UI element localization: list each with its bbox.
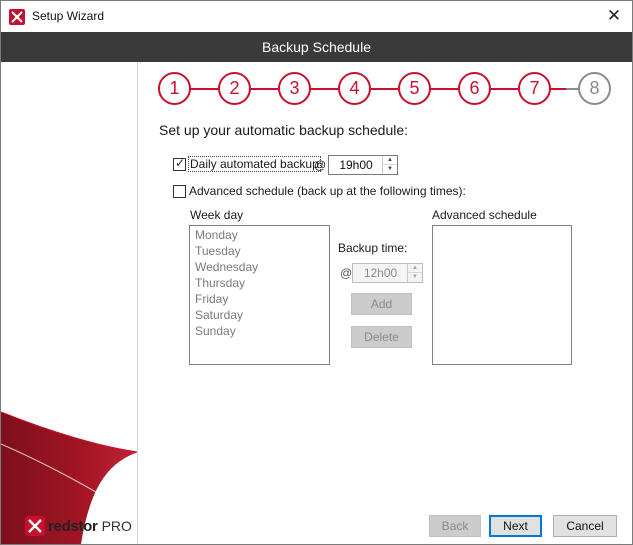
week-day-label: Week day <box>190 208 244 222</box>
daily-time-spinner[interactable]: 19h00 ▲ ▼ <box>328 155 398 175</box>
list-item[interactable]: Monday <box>195 228 238 242</box>
page-title: Backup Schedule <box>262 39 371 55</box>
daily-time-spin-buttons: ▲ ▼ <box>382 156 397 174</box>
list-item[interactable]: Saturday <box>195 308 243 322</box>
step-3: 3 <box>278 72 311 105</box>
advanced-schedule-checkbox[interactable] <box>173 185 186 198</box>
page-header: Backup Schedule <box>1 32 632 62</box>
daily-backup-label[interactable]: Daily automated backup <box>188 156 321 172</box>
close-icon[interactable]: ✕ <box>602 5 626 27</box>
cancel-button[interactable]: Cancel <box>553 515 617 537</box>
spin-down-icon[interactable]: ▼ <box>383 165 397 174</box>
back-button[interactable]: Back <box>429 515 481 537</box>
check-icon: ✓ <box>175 156 186 170</box>
step-1: 1 <box>158 72 191 105</box>
step-7: 7 <box>518 72 551 105</box>
advanced-time-spinner[interactable]: 12h00 ▲ ▼ <box>352 263 423 283</box>
advanced-schedule-list[interactable] <box>432 225 572 365</box>
title-bar[interactable]: Setup Wizard ✕ <box>1 1 632 32</box>
daily-at-sign: @ <box>314 158 327 172</box>
delete-button[interactable]: Delete <box>351 326 412 348</box>
list-item[interactable]: Wednesday <box>195 260 258 274</box>
daily-time-value: 19h00 <box>339 158 373 172</box>
step-5: 5 <box>398 72 431 105</box>
step-4: 4 <box>338 72 371 105</box>
redstor-app-icon <box>9 9 25 25</box>
list-item[interactable]: Thursday <box>195 276 245 290</box>
setup-wizard-window: Setup Wizard ✕ Backup Schedule redstor P… <box>0 0 633 545</box>
brand-name: redstor <box>48 517 98 535</box>
brand-logo: redstor PRO <box>25 515 132 537</box>
next-button[interactable]: Next <box>489 515 542 537</box>
advanced-schedule-label[interactable]: Advanced schedule (back up at the follow… <box>189 184 466 198</box>
spin-up-icon[interactable]: ▲ <box>408 264 422 273</box>
brand-edition: PRO <box>101 518 132 534</box>
week-day-list[interactable]: Monday Tuesday Wednesday Thursday Friday… <box>189 225 330 365</box>
window-title: Setup Wizard <box>32 9 105 23</box>
advanced-time-spin-buttons: ▲ ▼ <box>407 264 422 282</box>
spin-up-icon[interactable]: ▲ <box>383 156 397 165</box>
brand-swoosh-graphic <box>1 411 137 544</box>
branding-panel: redstor PRO <box>1 62 138 544</box>
daily-backup-checkbox[interactable]: ✓ <box>173 156 186 171</box>
redstor-logo-icon <box>25 516 45 536</box>
add-button[interactable]: Add <box>351 293 412 315</box>
wizard-steps: 1 2 3 4 5 6 7 8 <box>158 71 618 107</box>
list-item[interactable]: Tuesday <box>195 244 241 258</box>
backup-time-label: Backup time: <box>338 241 408 255</box>
schedule-intro: Set up your automatic backup schedule: <box>159 122 409 138</box>
step-2: 2 <box>218 72 251 105</box>
advanced-time-value: 12h00 <box>363 266 398 280</box>
step-6: 6 <box>458 72 491 105</box>
list-item[interactable]: Sunday <box>195 324 236 338</box>
advanced-at-sign: @ <box>340 266 353 280</box>
spin-down-icon[interactable]: ▼ <box>408 273 422 282</box>
step-8: 8 <box>578 72 611 105</box>
advanced-schedule-list-label: Advanced schedule <box>432 208 537 222</box>
list-item[interactable]: Friday <box>195 292 228 306</box>
